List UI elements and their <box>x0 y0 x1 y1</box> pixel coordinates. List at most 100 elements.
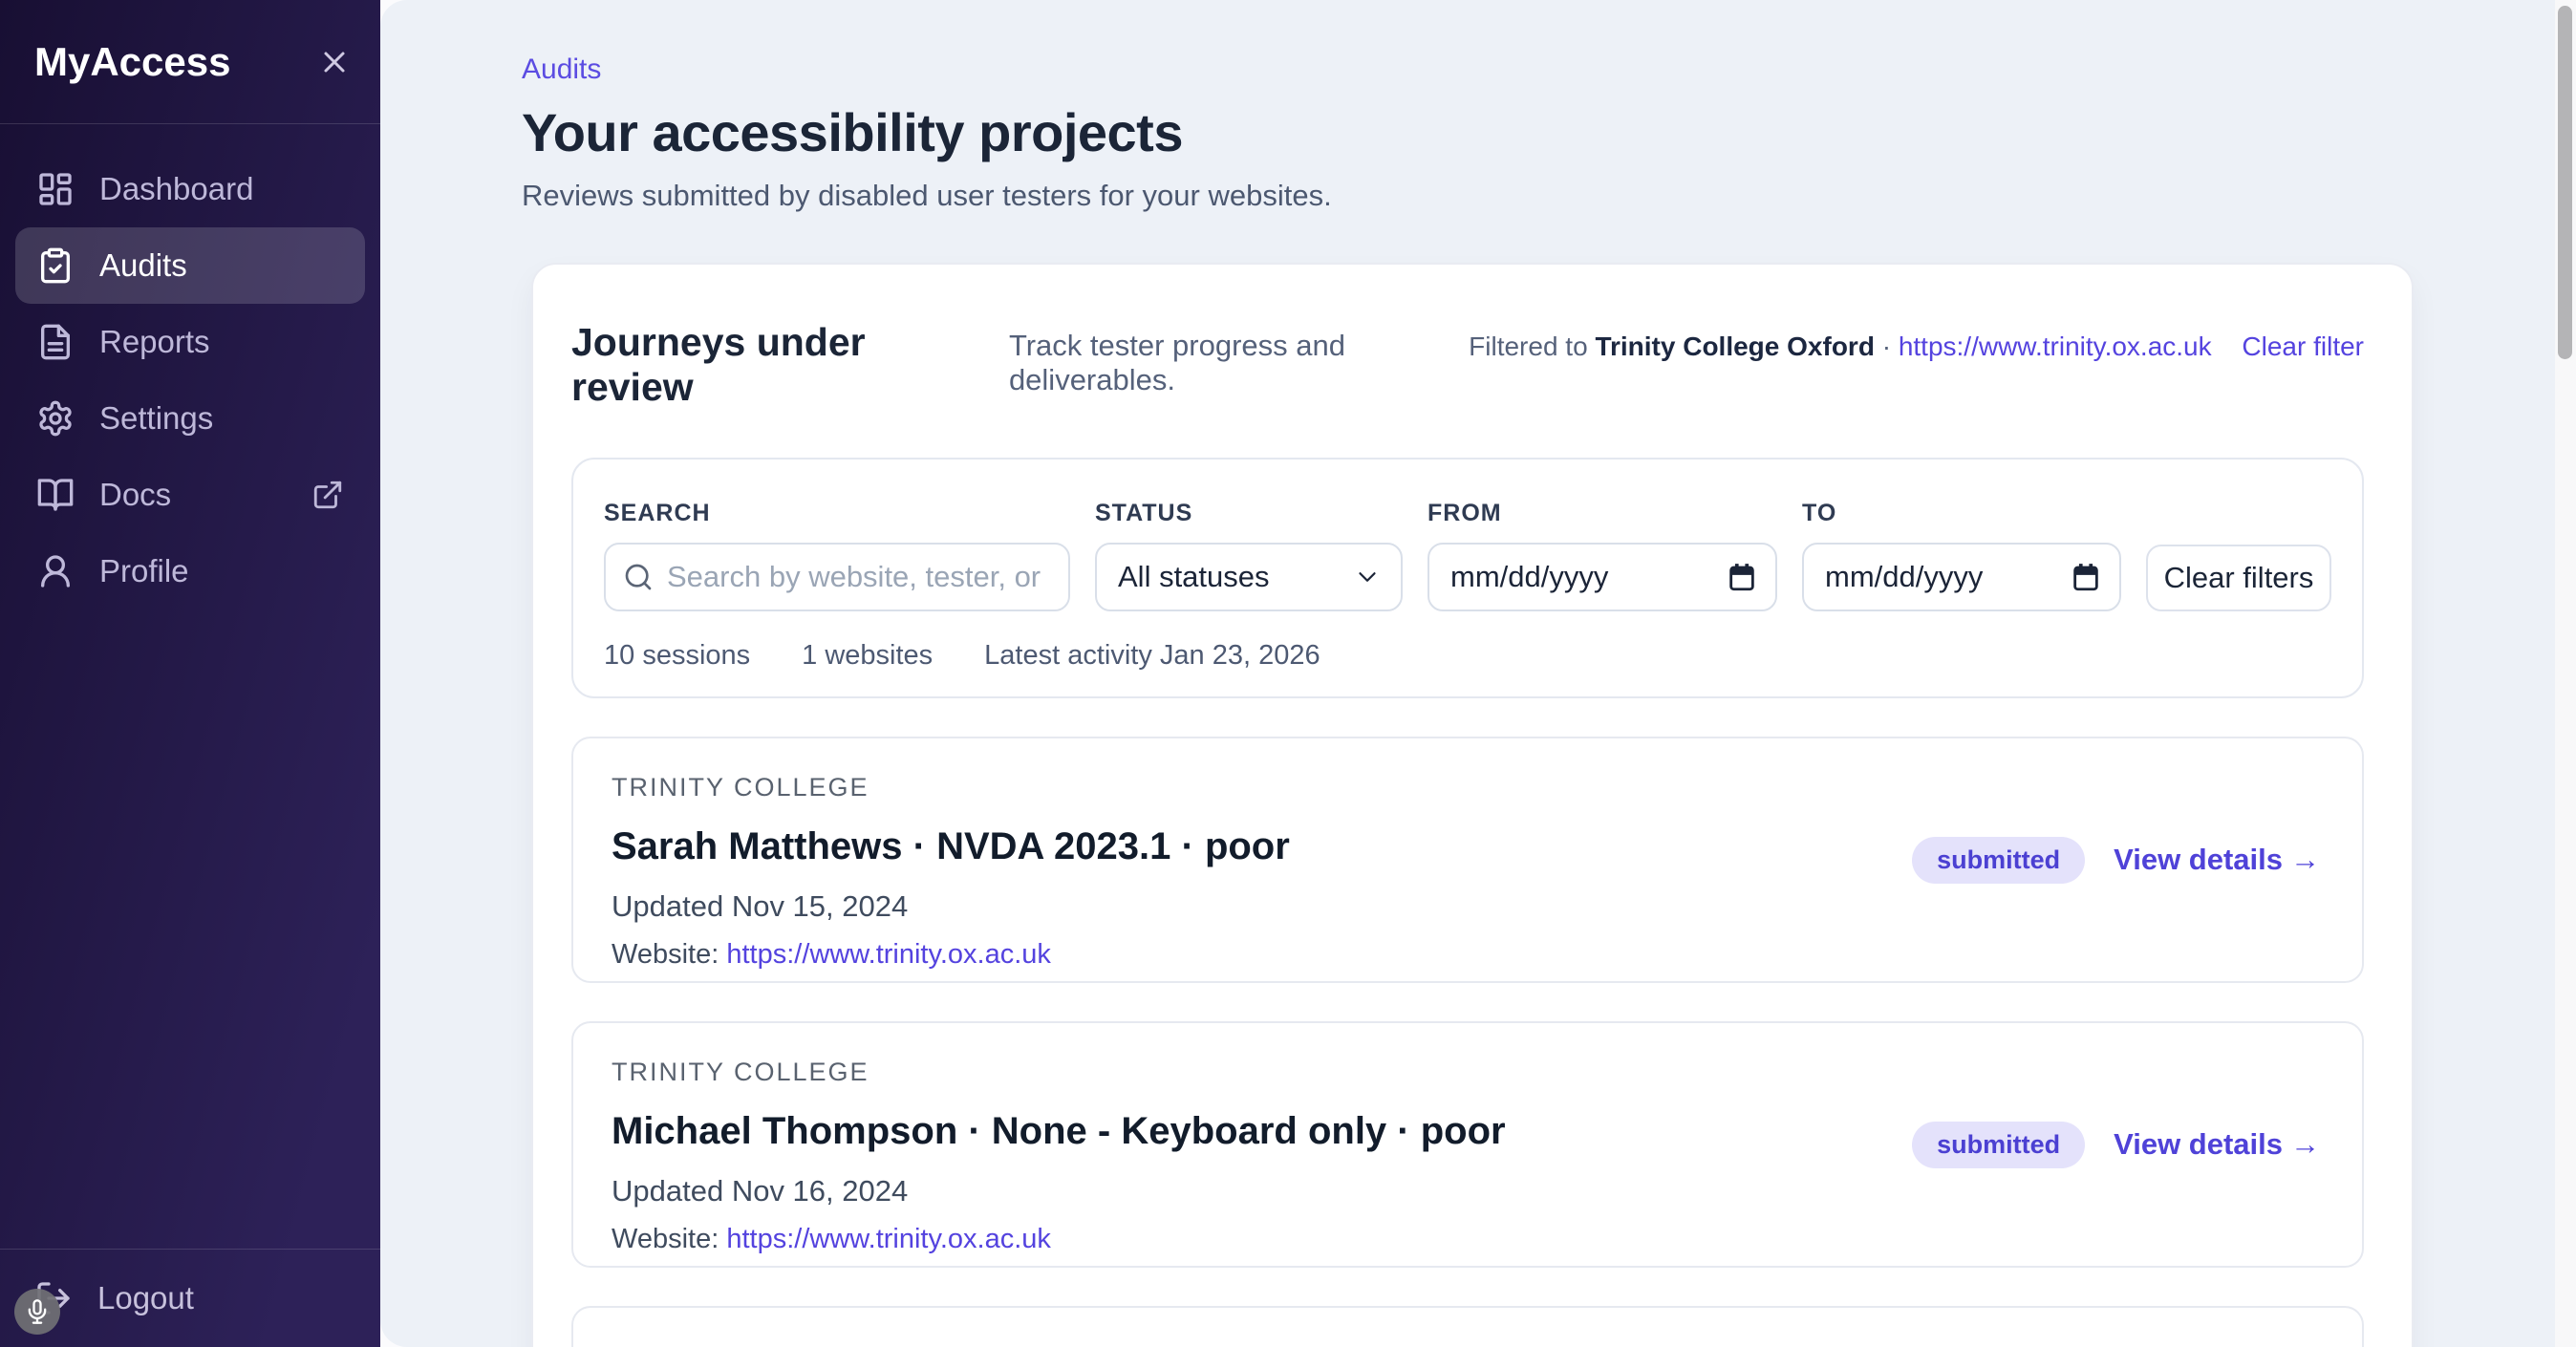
journey-website-link[interactable]: https://www.trinity.ox.ac.uk <box>726 1224 1051 1254</box>
board-header: Journeys under review Track tester progr… <box>571 320 2364 410</box>
journey-card: TRINITY COLLEGE Sarah Matthews · NVDA 20… <box>571 737 2364 983</box>
sidebar-item-label: Docs <box>99 477 171 513</box>
sidebar-item-label: Audits <box>99 247 187 284</box>
journey-card: TRINITY COLLEGE Emma Rodriguez · VoiceOv… <box>571 1306 2364 1347</box>
filter-panel: SEARCH STATUS All statuses <box>571 458 2364 698</box>
journey-website-row: Website: https://www.trinity.ox.ac.uk <box>612 1224 1912 1255</box>
search-box <box>604 543 1070 611</box>
sidebar-item-label: Profile <box>99 553 189 589</box>
close-icon <box>317 45 352 79</box>
journey-card-actions: submitted View details→ <box>1912 1122 2320 1168</box>
sidebar-item-docs[interactable]: Docs <box>15 457 365 533</box>
content-area: Audits Your accessibility projects Revie… <box>522 53 2414 1347</box>
calendar-icon[interactable] <box>1726 561 1758 593</box>
sidebar-item-label: Reports <box>99 324 210 360</box>
filtered-site-url-link[interactable]: https://www.trinity.ox.ac.uk <box>1899 331 2212 361</box>
sidebar-header: MyAccess <box>0 0 380 124</box>
stat-sessions: 10 sessions <box>604 640 750 672</box>
arrow-right-icon: → <box>2290 1127 2320 1161</box>
sidebar-item-reports[interactable]: Reports <box>15 304 365 380</box>
journey-card-info: TRINITY COLLEGE Emma Rodriguez · VoiceOv… <box>612 1342 1912 1347</box>
stat-websites: 1 websites <box>802 640 933 672</box>
sidebar-nav: Dashboard Audits Reports Settings Docs <box>0 124 380 1249</box>
stat-latest-activity: Latest activity Jan 23, 2026 <box>984 640 1320 672</box>
breadcrumb-audits[interactable]: Audits <box>522 53 601 86</box>
to-date-value: mm/dd/yyyy <box>1825 560 1983 594</box>
journey-card-actions: submitted View details→ <box>1912 837 2320 884</box>
to-group: TO mm/dd/yyyy <box>1802 500 2121 611</box>
main-content-panel: Audits Your accessibility projects Revie… <box>380 0 2555 1347</box>
from-label: FROM <box>1428 500 1777 527</box>
board-subtitle: Track tester progress and deliverables. <box>1009 329 1469 397</box>
sidebar-item-audits[interactable]: Audits <box>15 227 365 304</box>
view-details-link[interactable]: View details→ <box>2114 843 2320 877</box>
sidebar-item-dashboard[interactable]: Dashboard <box>15 151 365 227</box>
sidebar-item-settings[interactable]: Settings <box>15 380 365 457</box>
calendar-icon[interactable] <box>2070 561 2102 593</box>
journey-site-eyebrow: TRINITY COLLEGE <box>612 1058 1912 1087</box>
book-open-icon <box>36 476 75 514</box>
journey-updated: Updated Nov 16, 2024 <box>612 1174 1912 1208</box>
sidebar-item-label: Settings <box>99 400 213 437</box>
view-details-link[interactable]: View details→ <box>2114 1127 2320 1162</box>
search-input[interactable] <box>667 560 1051 594</box>
clear-filters-button[interactable]: Clear filters <box>2146 545 2331 611</box>
status-badge: submitted <box>1912 1122 2085 1168</box>
brand-logo: MyAccess <box>34 39 230 85</box>
status-label: STATUS <box>1095 500 1403 527</box>
close-sidebar-button[interactable] <box>317 45 352 79</box>
external-link-icon <box>311 479 344 511</box>
journeys-board-card: Journeys under review Track tester progr… <box>531 263 2414 1347</box>
page-title: Your accessibility projects <box>522 101 2414 163</box>
sidebar: MyAccess Dashboard Audits Reports <box>0 0 380 1347</box>
microphone-icon <box>24 1298 51 1325</box>
filtered-to-prefix: Filtered to <box>1469 331 1588 361</box>
stats-row: 10 sessions 1 websites Latest activity J… <box>604 640 2331 672</box>
journey-website-label: Website: <box>612 939 719 970</box>
journey-title: Sarah Matthews · NVDA 2023.1 · poor <box>612 825 1912 868</box>
vertical-scrollbar[interactable] <box>2555 0 2576 1347</box>
microphone-overlay-button[interactable] <box>14 1289 60 1335</box>
chevron-down-icon <box>1353 563 1382 591</box>
from-group: FROM mm/dd/yyyy <box>1428 500 1777 611</box>
logout-button[interactable]: Logout <box>0 1249 380 1347</box>
dashboard-icon <box>36 170 75 208</box>
status-selected-value: All statuses <box>1118 560 1270 594</box>
search-label: SEARCH <box>604 500 1070 527</box>
clipboard-check-icon <box>36 246 75 285</box>
status-select[interactable]: All statuses <box>1095 543 1403 611</box>
scrollbar-thumb[interactable] <box>2558 6 2572 359</box>
journey-website-label: Website: <box>612 1224 719 1254</box>
to-date-input[interactable]: mm/dd/yyyy <box>1802 543 2121 611</box>
search-icon <box>623 562 654 592</box>
user-icon <box>36 552 75 590</box>
file-text-icon <box>36 323 75 361</box>
filtered-separator: · <box>1882 331 1891 361</box>
board-title: Journeys under review <box>571 320 955 410</box>
journey-website-link[interactable]: https://www.trinity.ox.ac.uk <box>726 939 1051 970</box>
sidebar-item-label: Dashboard <box>99 171 253 207</box>
journey-site-eyebrow: TRINITY COLLEGE <box>612 1342 1912 1347</box>
journey-card-info: TRINITY COLLEGE Michael Thompson · None … <box>612 1058 1912 1255</box>
journey-title: Michael Thompson · None - Keyboard only … <box>612 1110 1912 1153</box>
clear-filter-link[interactable]: Clear filter <box>2242 331 2364 361</box>
filtered-to: Filtered to Trinity College Oxford · htt… <box>1469 331 2364 362</box>
journey-card: TRINITY COLLEGE Michael Thompson · None … <box>571 1021 2364 1268</box>
filter-row: SEARCH STATUS All statuses <box>604 500 2331 611</box>
journey-updated: Updated Nov 15, 2024 <box>612 889 1912 924</box>
logout-label: Logout <box>97 1280 194 1316</box>
status-badge: submitted <box>1912 837 2085 884</box>
journey-card-info: TRINITY COLLEGE Sarah Matthews · NVDA 20… <box>612 773 1912 971</box>
from-date-value: mm/dd/yyyy <box>1450 560 1608 594</box>
filtered-site-name: Trinity College Oxford <box>1595 331 1874 361</box>
sidebar-item-profile[interactable]: Profile <box>15 533 365 609</box>
journey-site-eyebrow: TRINITY COLLEGE <box>612 773 1912 802</box>
to-label: TO <box>1802 500 2121 527</box>
arrow-right-icon: → <box>2290 843 2320 876</box>
page-subtitle: Reviews submitted by disabled user teste… <box>522 179 2414 213</box>
from-date-input[interactable]: mm/dd/yyyy <box>1428 543 1777 611</box>
journey-website-row: Website: https://www.trinity.ox.ac.uk <box>612 939 1912 971</box>
status-group: STATUS All statuses <box>1095 500 1403 611</box>
search-group: SEARCH <box>604 500 1070 611</box>
gear-icon <box>36 399 75 438</box>
